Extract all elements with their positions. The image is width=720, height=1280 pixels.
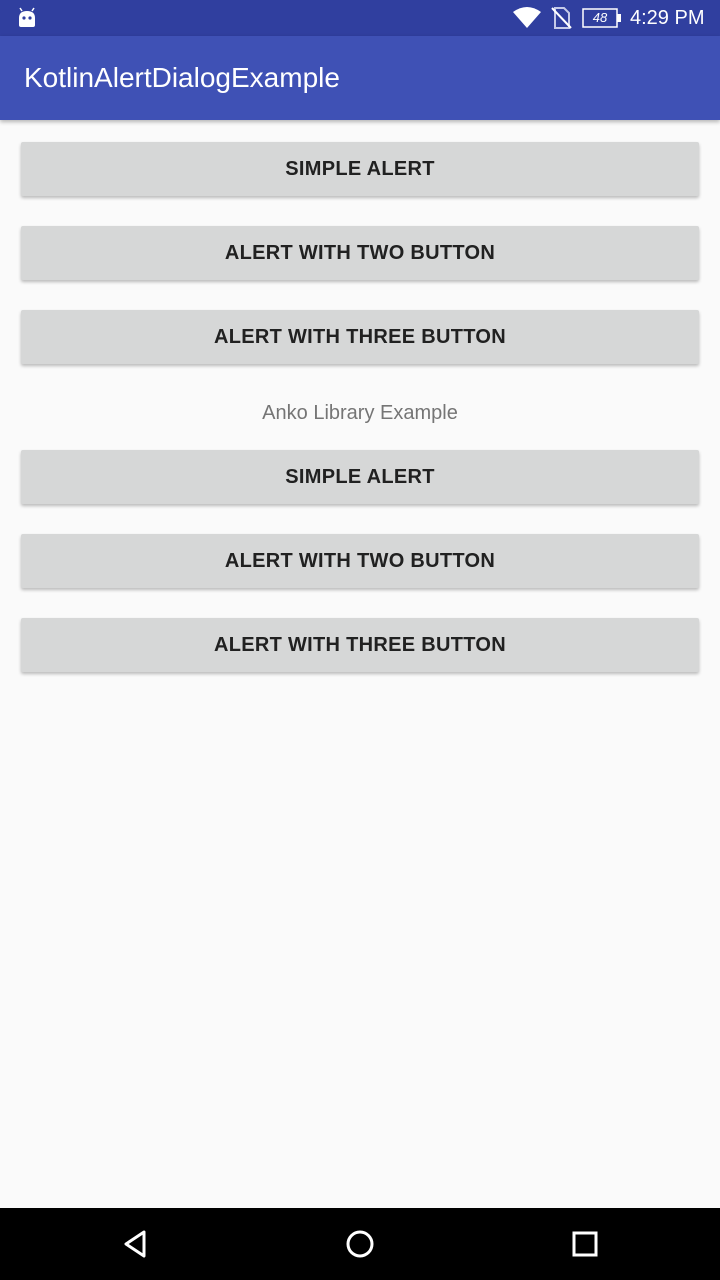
no-sim-icon (551, 7, 572, 29)
simple-alert-button[interactable]: SIMPLE ALERT (21, 142, 699, 196)
anko-simple-alert-button[interactable]: SIMPLE ALERT (21, 450, 699, 504)
alert-two-button-button[interactable]: ALERT WITH TWO BUTTON (21, 226, 699, 280)
status-bar: 48 4:29 PM (0, 0, 720, 36)
android-icon (19, 7, 35, 27)
anko-section-label: Anko Library Example (262, 402, 458, 424)
alert-three-button-button[interactable]: ALERT WITH THREE BUTTON (21, 310, 699, 364)
anko-alert-two-button-button[interactable]: ALERT WITH TWO BUTTON (21, 534, 699, 588)
app-title: KotlinAlertDialogExample (24, 62, 340, 93)
recents-icon[interactable] (565, 1224, 605, 1264)
main-content: SIMPLE ALERT ALERT WITH TWO BUTTON ALERT… (0, 120, 720, 1208)
clock: 4:29 PM (630, 7, 705, 29)
battery-level: 48 (592, 10, 608, 25)
anko-alert-three-button-button[interactable]: ALERT WITH THREE BUTTON (21, 618, 699, 672)
back-icon[interactable] (116, 1224, 156, 1264)
app-bar: KotlinAlertDialogExample (0, 36, 720, 120)
navigation-bar (0, 1208, 720, 1280)
wifi-icon (513, 7, 541, 28)
home-icon[interactable] (340, 1224, 380, 1264)
